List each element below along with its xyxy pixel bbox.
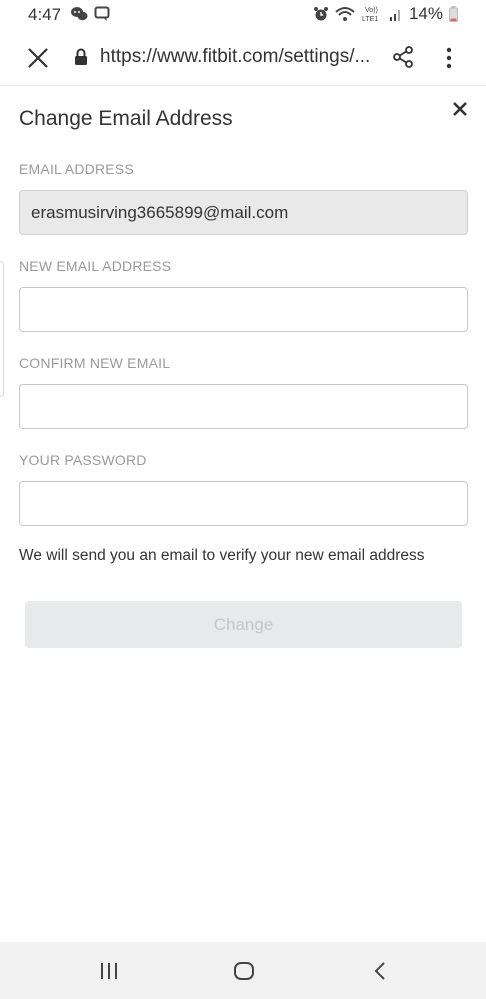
url-bar[interactable]: https://www.fitbit.com/settings/... bbox=[100, 46, 390, 68]
wifi-icon bbox=[335, 7, 355, 21]
share-icon[interactable] bbox=[392, 46, 414, 68]
status-right-icons: Vo)) LTE1 14% bbox=[313, 4, 458, 24]
new-email-label: NEW EMAIL ADDRESS bbox=[19, 258, 172, 274]
email-address-label: EMAIL ADDRESS bbox=[19, 161, 134, 177]
close-icon[interactable] bbox=[451, 100, 469, 118]
back-icon[interactable] bbox=[372, 960, 388, 982]
volte-label-top: Vo)) bbox=[365, 7, 378, 14]
volte-icon: Vo)) LTE1 bbox=[362, 7, 378, 23]
home-icon[interactable] bbox=[233, 961, 255, 981]
new-email-input[interactable] bbox=[19, 287, 468, 332]
status-time: 4:47 bbox=[28, 5, 62, 24]
page-content: Change Email Address EMAIL ADDRESS erasm… bbox=[0, 86, 486, 942]
verification-info-text: We will send you an email to verify your… bbox=[19, 547, 425, 564]
password-input[interactable] bbox=[19, 481, 468, 526]
current-email-field: erasmusirving3665899@mail.com bbox=[19, 190, 468, 235]
modal-title: Change Email Address bbox=[19, 107, 233, 130]
close-icon bbox=[28, 48, 48, 68]
password-label: YOUR PASSWORD bbox=[19, 452, 147, 468]
volte-label-bottom: LTE1 bbox=[362, 16, 378, 23]
confirm-email-input[interactable] bbox=[19, 384, 468, 429]
status-bar: 4:47 Vo)) LTE1 14% bbox=[0, 0, 486, 30]
recent-apps-icon[interactable] bbox=[99, 961, 119, 981]
side-tab-handle[interactable] bbox=[0, 261, 4, 397]
browser-toolbar: https://www.fitbit.com/settings/... bbox=[0, 30, 486, 86]
battery-percent: 14% bbox=[408, 4, 443, 23]
lock-icon bbox=[75, 48, 87, 65]
message-icon bbox=[94, 6, 110, 21]
change-button[interactable]: Change bbox=[25, 601, 462, 648]
battery-icon bbox=[449, 6, 458, 22]
close-tab-button[interactable] bbox=[24, 44, 52, 72]
more-vert-icon[interactable] bbox=[440, 46, 458, 70]
system-nav-bar bbox=[0, 942, 486, 999]
confirm-email-label: CONFIRM NEW EMAIL bbox=[19, 355, 171, 371]
status-left-icons bbox=[70, 6, 110, 22]
chat-bubbles-icon bbox=[71, 7, 88, 21]
signal-icon bbox=[389, 10, 400, 21]
alarm-icon bbox=[313, 7, 328, 21]
